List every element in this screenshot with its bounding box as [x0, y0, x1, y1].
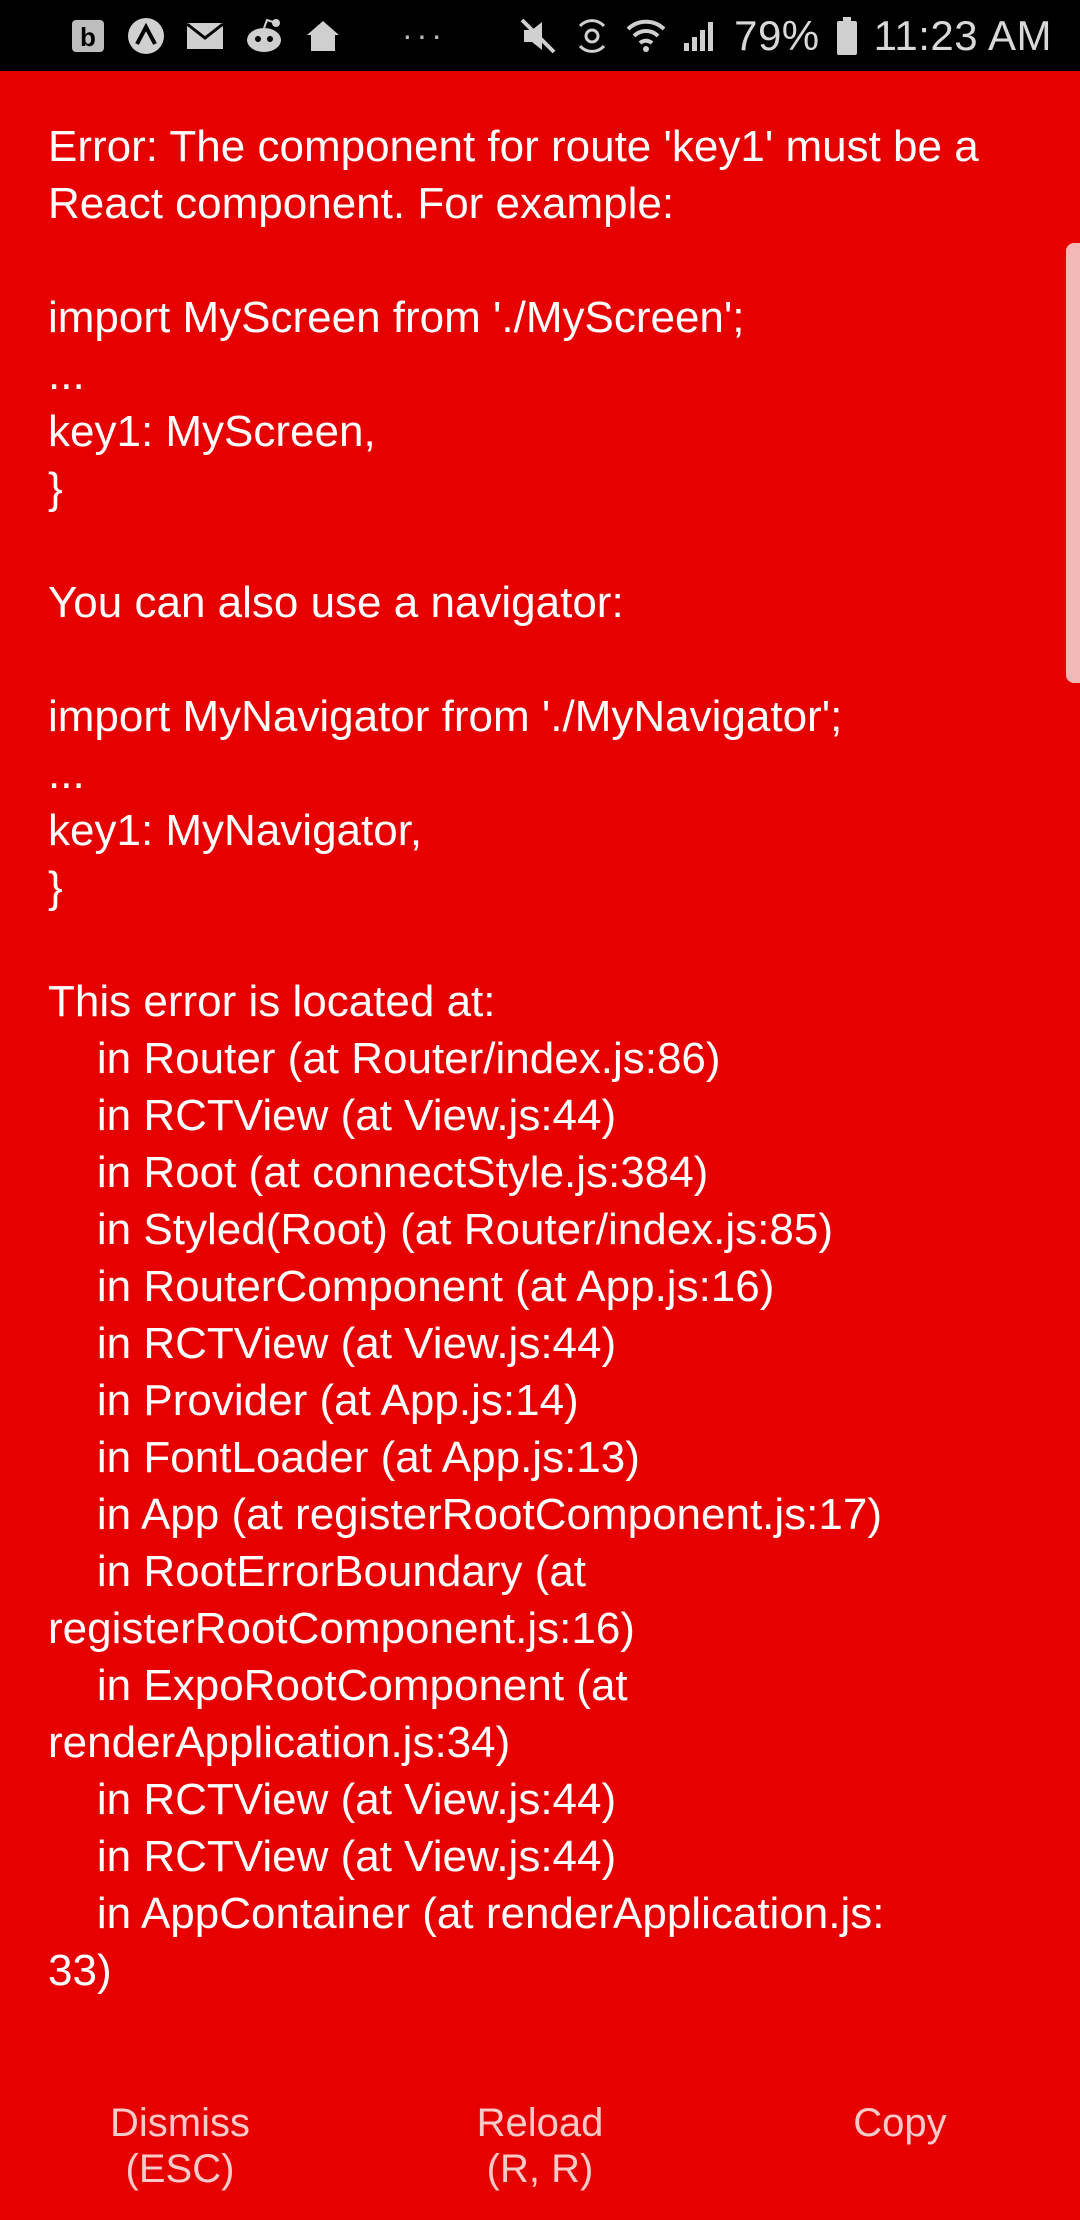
reload-button[interactable]: Reload (R, R)	[360, 2100, 720, 2210]
scrollbar[interactable]	[1066, 243, 1080, 683]
clock: 11:23 AM	[873, 11, 1052, 59]
b-app-icon: b	[70, 18, 106, 54]
signal-icon	[682, 19, 718, 53]
copy-button[interactable]: Copy	[720, 2100, 1080, 2210]
more-icon: ···	[402, 17, 446, 53]
wifi-calling-icon	[574, 16, 610, 56]
wifi-icon	[626, 19, 666, 53]
mute-icon	[518, 16, 558, 56]
svg-text:b: b	[80, 22, 96, 52]
reddit-icon	[244, 18, 284, 54]
a-app-icon	[126, 16, 166, 56]
home-icon	[304, 19, 342, 53]
battery-percent: 79%	[734, 11, 820, 59]
dismiss-button[interactable]: Dismiss (ESC)	[0, 2100, 360, 2210]
notification-icons: b ···	[70, 16, 446, 56]
redbox-footer: Dismiss (ESC) Reload (R, R) Copy	[0, 2100, 1080, 2210]
battery-icon	[836, 16, 858, 56]
mail-icon	[186, 21, 224, 51]
error-message: Error: The component for route 'key1' mu…	[48, 122, 979, 1995]
system-icons: 79% 11:23 AM	[518, 12, 1052, 60]
status-bar: b ··· 79% 11:23 AM	[0, 0, 1080, 71]
